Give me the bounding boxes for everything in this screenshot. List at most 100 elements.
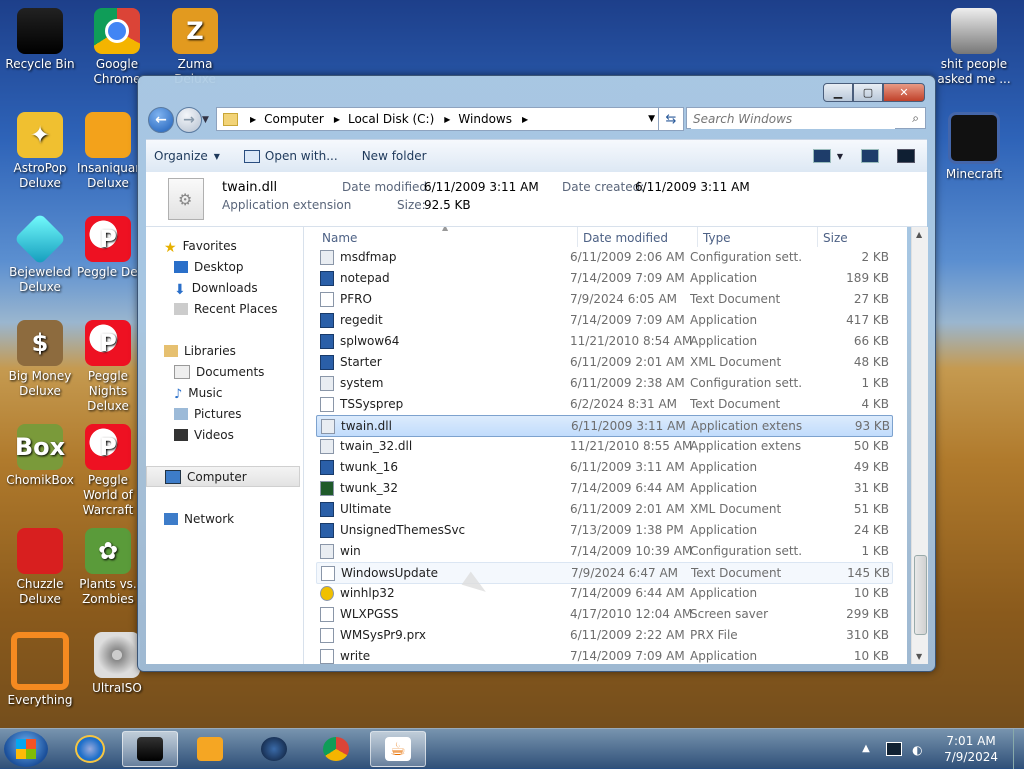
desktop-icon-peggle[interactable]: P Peggle Deluxe	[77, 212, 139, 280]
taskbar-chrome[interactable]	[308, 731, 364, 767]
minimize-button[interactable]: ▁	[823, 83, 853, 102]
taskbar-globe-app[interactable]	[246, 731, 302, 767]
desktop-icon-chomikbox[interactable]: Box ChomikBox	[0, 420, 80, 488]
new-folder-button[interactable]: New folder	[354, 145, 435, 167]
address-bar[interactable]: ▶ Computer ▶ Local Disk (C:) ▶ Windows ▶…	[216, 107, 662, 131]
back-button[interactable]: ←	[148, 107, 174, 133]
clock[interactable]: 7:01 AM 7/9/2024	[944, 733, 998, 765]
desktop-icon-bejeweled[interactable]: Bejeweled Deluxe	[0, 212, 80, 295]
column-header-name[interactable]: Name	[322, 231, 357, 245]
desktop-icon-everything[interactable]: Everything	[0, 628, 80, 708]
breadcrumb-windows[interactable]: Windows	[458, 112, 512, 126]
file-row[interactable]: write 7/14/2009 7:09 AM Application 10 KB	[316, 646, 891, 664]
file-cfg-icon	[320, 438, 334, 454]
scroll-up-icon[interactable]: ▲	[916, 230, 922, 239]
nav-network[interactable]: Network	[164, 508, 321, 529]
file-row[interactable]: Ultimate 6/11/2009 2:01 AM XML Document 51 …	[316, 499, 891, 519]
file-row[interactable]: TSSysprep 6/2/2024 8:31 AM Text Document 4 …	[316, 394, 891, 414]
chevron-right-icon[interactable]: ▶	[250, 115, 256, 124]
chevron-right-icon[interactable]: ▶	[522, 115, 528, 124]
file-type: Application extens...	[691, 419, 803, 433]
column-header-date[interactable]: Date modified	[583, 231, 668, 245]
chevron-down-icon[interactable]: ▼	[837, 152, 843, 161]
file-row[interactable]: regedit 7/14/2009 7:09 AM Application 417 K…	[316, 310, 891, 330]
file-cfg-icon	[320, 543, 334, 559]
volume-icon[interactable]: ◐	[912, 743, 926, 757]
change-view-icon[interactable]	[812, 149, 831, 163]
breadcrumb-local-disk[interactable]: Local Disk (C:)	[348, 112, 434, 126]
chevron-down-icon[interactable]: ▼	[648, 114, 655, 124]
folder-icon	[223, 112, 238, 126]
breadcrumb-computer[interactable]: Computer	[264, 112, 324, 126]
column-divider[interactable]	[817, 227, 818, 247]
open-with-button[interactable]: Open with...	[236, 145, 346, 167]
chevron-right-icon[interactable]: ▶	[334, 115, 340, 124]
internet-explorer-icon	[75, 735, 105, 763]
file-row[interactable]: winhlp32 7/14/2009 6:44 AM Application 10 K…	[316, 583, 891, 603]
file-size: 93 KB	[854, 419, 890, 433]
file-row[interactable]: UnsignedThemesSvc 7/13/2009 1:38 PM Applic…	[316, 520, 891, 540]
desktop-icon-folder[interactable]: shit people asked me ...	[934, 4, 1014, 87]
file-size: 189 KB	[846, 271, 889, 285]
file-row[interactable]: twain.dll 6/11/2009 3:11 AM Application ex…	[316, 415, 893, 437]
desktop-icon-plants-vs-zombies[interactable]: ✿ Plants vs. Zombies	[77, 524, 139, 607]
forward-button[interactable]: →	[176, 107, 202, 133]
show-desktop-button[interactable]	[1013, 729, 1024, 769]
column-divider[interactable]	[577, 227, 578, 247]
search-box[interactable]: ⌕	[686, 107, 926, 129]
file-row[interactable]: WLXPGSS 4/17/2010 12:04 AM Screen saver 299…	[316, 604, 891, 624]
taskbar-internet-explorer[interactable]	[62, 731, 118, 767]
vertical-scrollbar[interactable]: ▲ ▼	[911, 227, 928, 664]
file-name: twain.dll	[341, 419, 392, 433]
file-row[interactable]: msdfmap 6/11/2009 2:06 AM Configuration se…	[316, 247, 891, 267]
taskbar-explorer[interactable]	[122, 731, 178, 767]
column-divider[interactable]	[697, 227, 698, 247]
file-type: Text Document	[690, 292, 781, 306]
file-row[interactable]: twain_32.dll 11/21/2010 8:55 AM Applicatio…	[316, 436, 891, 456]
taskbar-java[interactable]: ☕	[370, 731, 426, 767]
desktop-icon-minecraft[interactable]: Minecraft	[934, 108, 1014, 182]
column-header-size[interactable]: Size	[823, 231, 848, 245]
close-button[interactable]: ✕	[883, 83, 925, 102]
file-row[interactable]: notepad 7/14/2009 7:09 AM Application 189 K…	[316, 268, 891, 288]
refresh-button[interactable]: ⇆	[658, 107, 684, 131]
recent-pages-dropdown[interactable]: ▼	[202, 115, 209, 125]
start-button[interactable]	[4, 731, 48, 767]
file-row[interactable]: PFRO 7/9/2024 6:05 AM Text Document 27 KB	[316, 289, 891, 309]
file-row[interactable]: splwow64 11/21/2010 8:54 AM Application 66 …	[316, 331, 891, 351]
scrollbar-thumb[interactable]	[914, 555, 927, 635]
search-input[interactable]	[691, 109, 895, 129]
chevron-right-icon[interactable]: ▶	[444, 115, 450, 124]
help-icon[interactable]	[897, 149, 915, 163]
desktop-icon-big-money[interactable]: $ Big Money Deluxe	[0, 316, 80, 399]
file-row[interactable]: twunk_16 6/11/2009 3:11 AM Application 49 K…	[316, 457, 891, 477]
nav-favorites[interactable]: ★ Favorites	[164, 235, 321, 256]
clock-time: 7:01 AM	[946, 734, 996, 748]
organize-button[interactable]: Organize ▼	[146, 145, 228, 167]
column-header-type[interactable]: Type	[703, 231, 731, 245]
file-row[interactable]: system 6/11/2009 2:38 AM Configuration set…	[316, 373, 891, 393]
file-row[interactable]: win 7/14/2009 10:39 AM Configuration sett.…	[316, 541, 891, 561]
desktop-icon-chuzzle[interactable]: Chuzzle Deluxe	[0, 524, 80, 607]
taskbar-media-player[interactable]	[182, 731, 238, 767]
search-icon[interactable]: ⌕	[912, 111, 919, 126]
network-status-icon[interactable]	[886, 742, 903, 756]
file-row[interactable]: twunk_32 7/14/2009 6:44 AM Application 31 K…	[316, 478, 891, 498]
preview-pane-icon[interactable]	[861, 149, 879, 163]
desktop-icon-peggle-nights[interactable]: P Peggle Nights Deluxe	[77, 316, 139, 414]
file-name: WindowsUpdate	[341, 566, 439, 580]
scroll-down-icon[interactable]: ▼	[916, 652, 922, 661]
chevron-up-icon[interactable]: ▲	[862, 743, 876, 755]
desktop-icon-recycle-bin[interactable]: Recycle Bin	[0, 4, 80, 72]
file-row[interactable]: Starter 6/11/2009 2:01 AM XML Document 48 K…	[316, 352, 891, 372]
desktop-icon-astropop[interactable]: ✦ AstroPop Deluxe	[0, 108, 80, 191]
nav-libraries[interactable]: Libraries	[164, 340, 321, 361]
file-row[interactable]: WMSysPr9.prx 6/11/2009 2:22 AM PRX File 310…	[316, 625, 891, 645]
file-row[interactable]: WindowsUpdate 7/9/2024 6:47 AM Text Docume…	[316, 562, 893, 584]
maximize-button[interactable]: ▢	[853, 83, 883, 102]
nav-computer[interactable]: Computer	[146, 466, 300, 487]
desktop-icon-insaniquarium[interactable]: Insaniquarium Deluxe	[77, 108, 139, 191]
file-type: Application extens...	[690, 439, 802, 453]
desktop-icon-peggle-wow[interactable]: P Peggle World of Warcraft	[77, 420, 139, 518]
file-type: Application	[690, 313, 758, 327]
